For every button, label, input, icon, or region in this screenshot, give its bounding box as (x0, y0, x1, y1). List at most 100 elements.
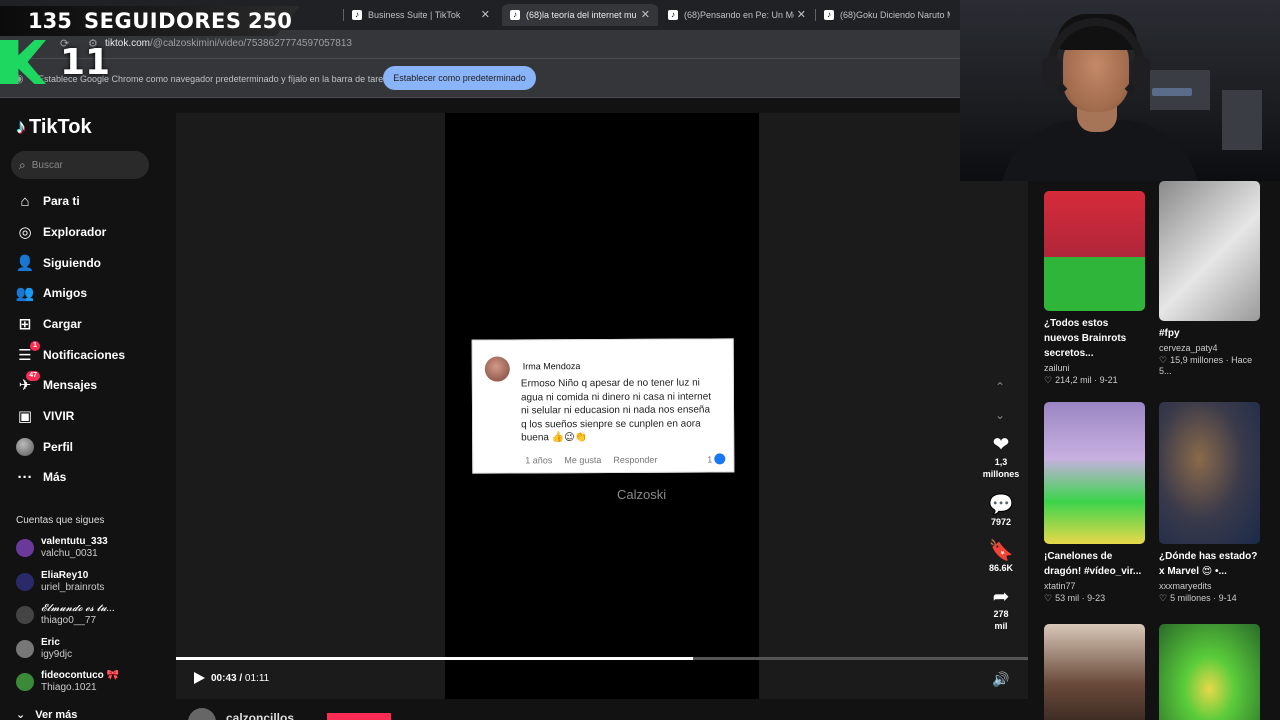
compass-icon: ◎ (18, 224, 32, 241)
followed-account[interactable]: EliaRey10 uriel_brainrots (16, 570, 104, 594)
search-icon: ⌕ (19, 157, 26, 172)
comment-icon: 💬 (988, 494, 1014, 516)
creator-avatar[interactable] (188, 708, 216, 720)
recommended-video[interactable]: ¡Canelones de dragón! #vídeo_vir... xtat… (1044, 402, 1145, 604)
followed-account[interactable]: valentutu_333 valchu_0031 (16, 536, 108, 560)
video-meta: ♡ 5 millones · 9-14 (1159, 593, 1260, 604)
volume-icon[interactable]: 🔊 (992, 671, 1009, 688)
nav-item-mensajes[interactable]: ✈ 47 Mensajes (16, 371, 98, 396)
close-tab-icon[interactable]: ✕ (797, 8, 806, 21)
account-name: EliaRey10 (41, 570, 89, 581)
nav-item-perfil[interactable]: Perfil (16, 436, 73, 458)
url-path: /@calzoskimini/video/7538627774597057813 (150, 38, 352, 49)
follower-goal: 250 (248, 9, 292, 33)
comment-like-count: 1 (707, 453, 726, 465)
save-count: 86.6K (988, 563, 1014, 573)
see-more-link[interactable]: ⌄ Ver más (16, 708, 77, 720)
default-browser-infobar: ◉ Establece Google Chrome como navegador… (0, 58, 960, 98)
nav-label: Perfil (43, 440, 74, 454)
progress-fill (176, 657, 694, 660)
creator-name[interactable]: calzoncillos (226, 711, 294, 720)
followed-account[interactable]: fideocontuco 🎀 Thiago.1021 (16, 670, 119, 694)
video-meta: ♡ 53 mil · 9-23 (1044, 593, 1145, 604)
facebook-like-icon (714, 453, 726, 465)
home-icon: ⌂ (20, 192, 30, 210)
heart-icon: ❤ (992, 434, 1010, 456)
url-field[interactable]: tiktok.com/@calzoskimini/video/753862777… (105, 38, 352, 49)
comment-avatar (484, 356, 510, 382)
webcam-background-light (1152, 88, 1192, 96)
search-box[interactable]: ⌕ (11, 151, 149, 179)
like-button[interactable]: ❤ 1,3 millones (976, 434, 1026, 480)
close-tab-icon[interactable]: ✕ (481, 8, 490, 21)
headset-cup (1132, 56, 1150, 90)
browser-tab[interactable]: ♪ Business Suite | TikTok ✕ (344, 4, 498, 26)
streamer-webcam (960, 0, 1280, 181)
video-thumbnail (1044, 624, 1145, 720)
nav-item-notificaciones[interactable]: ☰ 1 Notificaciones (16, 341, 126, 366)
video-title: #fpy (1159, 328, 1180, 339)
comment-like-label: Me gusta (564, 455, 602, 466)
nav-item-amigos[interactable]: 👥 Amigos (16, 282, 87, 304)
recommended-video[interactable]: ¿Todos estos nuevos Brainrots secretos..… (1044, 191, 1145, 386)
nav-item-siguiendo[interactable]: 👤 Siguiendo (16, 252, 101, 274)
avatar (16, 606, 34, 624)
tab-title: (68)Goku Diciendo Naruto Me (840, 10, 950, 20)
nav-item-vivir[interactable]: ▣ VIVIR (16, 405, 74, 427)
video-player[interactable]: Irma Mendoza Ermoso Niño q apesar de no … (176, 113, 1028, 699)
next-video-icon[interactable]: ⌄ (995, 408, 1005, 422)
creator-row: calzoncillos (176, 703, 776, 720)
tab-title: (68)Pensando en Pe: Un Meme (684, 10, 794, 20)
close-tab-icon[interactable]: ✕ (641, 8, 650, 21)
search-input[interactable] (31, 159, 132, 171)
comment-screenshot: Irma Mendoza Ermoso Niño q apesar de no … (471, 338, 735, 474)
browser-tab-active[interactable]: ♪ (68)la teoría del internet muerto ✕ (502, 4, 658, 26)
browser-tab[interactable]: ♪ (68)Pensando en Pe: Un Meme ✕ (660, 4, 814, 26)
follow-button[interactable] (327, 713, 391, 720)
followed-account[interactable]: Eric igy9djc (16, 637, 72, 661)
video-meta: ♡ 15,9 millones · Hace 5... (1159, 355, 1260, 376)
progress-bar[interactable] (176, 657, 1028, 660)
tiktok-logo[interactable]: ♪ TikTok (16, 116, 92, 139)
recommendations-grid: ¿Todos estos nuevos Brainrots secretos..… (1028, 181, 1280, 720)
browser-tab[interactable]: ♪ (68)Goku Diciendo Naruto Me (816, 4, 960, 26)
tiktok-favicon-icon: ♪ (668, 10, 678, 20)
recommended-video[interactable]: #fpy cerveza_paty4 ♡ 15,9 millones · Hace… (1159, 181, 1260, 376)
nav-label: Más (43, 470, 67, 484)
account-handle: uriel_brainrots (41, 582, 105, 593)
account-name: fideocontuco 🎀 (41, 670, 120, 681)
headset-cup (1042, 56, 1060, 90)
nav-label: Cargar (43, 317, 82, 331)
followed-account[interactable]: 𝓔𝓵𝓶𝓾𝓷𝓭𝓸 𝓮𝓼 𝓽𝓾... thiago0__77 (16, 603, 115, 627)
time-display: 00:43 / 01:11 (211, 673, 270, 684)
video-stats: 5 millones · 9-14 (1170, 593, 1237, 603)
video-title: ¡Canelones de dragón! #vídeo_vir... (1044, 551, 1142, 577)
account-handle: igy9djc (41, 649, 73, 660)
nav-item-cargar[interactable]: ⊞ Cargar (16, 313, 82, 335)
upload-icon: ⊞ (18, 316, 32, 333)
recommended-video[interactable] (1159, 624, 1260, 720)
follower-label: SEGUIDORES (84, 9, 242, 33)
save-button[interactable]: 🔖 86.6K (976, 540, 1026, 574)
recommended-video[interactable] (1044, 624, 1145, 720)
play-icon[interactable] (192, 671, 206, 685)
previous-video-icon[interactable]: ⌃ (995, 380, 1005, 394)
headset-icon (1048, 18, 1144, 108)
tiktok-favicon-icon: ♪ (824, 10, 834, 20)
set-default-button[interactable]: Establecer como predeterminado (383, 66, 536, 90)
nav-item-mas[interactable]: ··· Más (16, 466, 67, 488)
profile-avatar-icon (16, 438, 34, 456)
nav-label: Mensajes (43, 378, 98, 392)
tiktok-sidebar: ♪ TikTok ⌕ ⌂ Para ti ◎ Explorador 👤 Sigu… (0, 98, 176, 720)
video-thumbnail (1159, 402, 1260, 544)
nav-label: Explorador (43, 225, 107, 239)
nav-item-para-ti[interactable]: ⌂ Para ti (16, 190, 79, 212)
share-button[interactable]: ➦ 278 mil (976, 586, 1026, 632)
video-title: ¿Dónde has estado? x Marvel 😍 •... (1159, 551, 1258, 577)
video-thumbnail (1044, 191, 1145, 311)
avatar (16, 673, 34, 691)
nav-label: Notificaciones (43, 348, 126, 362)
nav-item-explorador[interactable]: ◎ Explorador (16, 221, 106, 243)
recommended-video[interactable]: ¿Dónde has estado? x Marvel 😍 •... xxxma… (1159, 402, 1260, 604)
comment-button[interactable]: 💬 7972 (976, 494, 1026, 528)
